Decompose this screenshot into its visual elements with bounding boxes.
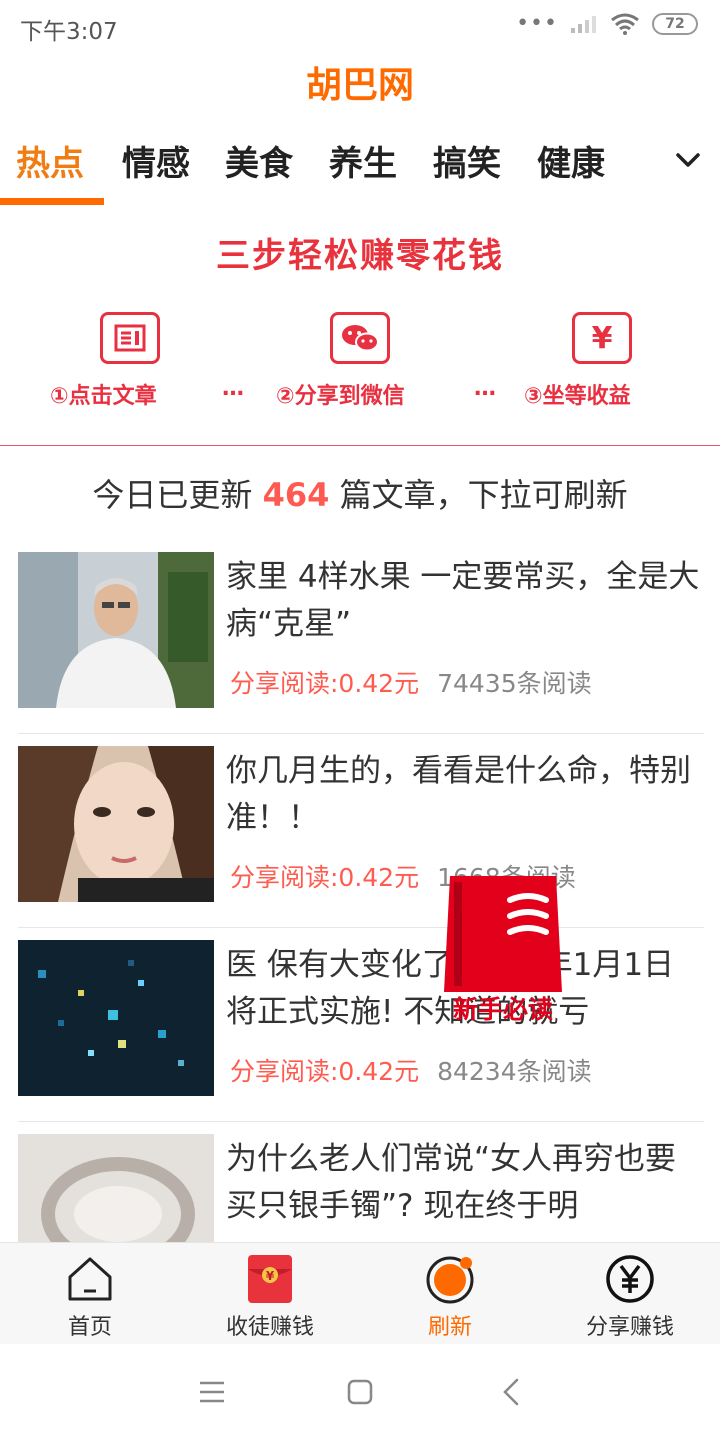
article-meta: 分享阅读:0.42元 84234条阅读 <box>230 1052 592 1088</box>
step-1-label: ①点击文章 <box>50 384 157 409</box>
nav-recruit[interactable]: ¥ 收徒赚钱 <box>180 1243 360 1345</box>
active-tab-indicator <box>0 198 104 205</box>
status-time: 下午3:07 <box>20 19 118 45</box>
article-count: 464 <box>262 476 330 514</box>
share-reward: 分享阅读:0.42元 <box>230 1057 420 1086</box>
tab-health[interactable]: 健康 <box>537 136 605 185</box>
earn-steps-banner[interactable]: 三步轻松赚零花钱 ¥ ①点击文章 … ②分享到微信 … ③坐等收益 <box>0 206 720 446</box>
article-title[interactable]: 家里 4样水果 一定要常买，全是大病“克星” <box>226 554 704 648</box>
nav-refresh-label: 刷新 <box>427 1315 472 1340</box>
notice-suffix: 篇文章，下拉可刷新 <box>339 476 628 514</box>
read-count: 84234条阅读 <box>437 1057 592 1086</box>
nav-refresh[interactable]: 刷新 <box>360 1243 540 1345</box>
svg-text:¥: ¥ <box>266 1269 275 1283</box>
tab-hot[interactable]: 热点 <box>16 136 84 185</box>
share-reward: 分享阅读:0.42元 <box>230 669 420 698</box>
article-thumbnail <box>18 552 214 708</box>
tab-funny[interactable]: 搞笑 <box>433 136 501 185</box>
promo-title: 三步轻松赚零花钱 <box>216 236 504 276</box>
nav-recruit-label: 收徒赚钱 <box>225 1315 314 1340</box>
tab-emotion[interactable]: 情感 <box>122 136 190 185</box>
article-item[interactable]: 医 保有大变化了 2020年1月1日将正式实施! 不知道的就亏 分享阅读:0.4… <box>18 928 704 1122</box>
red-envelope-icon: ¥ <box>248 1255 292 1303</box>
article-thumbnail <box>18 746 214 902</box>
wechat-icon <box>330 312 390 364</box>
category-tabs: 热点 情感 美食 养生 搞笑 健康 <box>0 130 720 206</box>
article-meta: 分享阅读:0.42元 74435条阅读 <box>230 664 592 700</box>
home-square-icon[interactable] <box>342 1374 378 1410</box>
yen-circle-icon <box>606 1255 654 1303</box>
share-reward: 分享阅读:0.42元 <box>230 863 420 892</box>
back-icon[interactable] <box>494 1374 530 1410</box>
update-notice: 今日已更新 464 篇文章，下拉可刷新 <box>0 470 720 516</box>
guide-label: 新手必读 <box>452 995 553 1024</box>
nav-home[interactable]: 首页 <box>0 1243 180 1345</box>
battery-icon: 72 <box>652 13 698 35</box>
menu-icon[interactable] <box>194 1374 230 1410</box>
nav-home-label: 首页 <box>67 1315 112 1340</box>
tab-food[interactable]: 美食 <box>225 136 293 185</box>
signal-icon <box>571 16 596 33</box>
step-3-label: ③坐等收益 <box>524 384 631 409</box>
notice-prefix: 今日已更新 <box>92 476 253 514</box>
article-title[interactable]: 为什么老人们常说“女人再穷也要买只银手镯”? 现在终于明 <box>226 1136 704 1230</box>
chevron-down-icon[interactable] <box>670 142 706 178</box>
more-dots-icon: ••• <box>516 11 558 36</box>
wifi-icon <box>611 13 639 35</box>
home-icon <box>68 1257 112 1301</box>
newbie-guide-button[interactable]: 新手必读 <box>430 866 576 1026</box>
app-title: 胡巴网 <box>305 65 414 106</box>
nav-share-label: 分享赚钱 <box>585 1315 674 1340</box>
tab-wellness[interactable]: 养生 <box>329 136 397 185</box>
nav-share[interactable]: 分享赚钱 <box>540 1243 720 1345</box>
refresh-icon <box>426 1256 474 1304</box>
article-icon <box>100 312 160 364</box>
book-icon <box>444 876 562 992</box>
status-icons: ••• 72 <box>516 12 698 36</box>
bottom-nav: 首页 ¥ 收徒赚钱 刷新 分享赚钱 <box>0 1242 720 1344</box>
read-count: 74435条阅读 <box>437 669 592 698</box>
step-2-label: ②分享到微信 <box>276 384 405 409</box>
step-separator: … <box>474 376 496 401</box>
step-separator: … <box>222 376 244 401</box>
article-thumbnail <box>18 940 214 1096</box>
system-nav-bar <box>0 1344 720 1440</box>
article-item[interactable]: 你几月生的，看看是什么命，特别准！！ 分享阅读:0.42元1668条阅读 <box>18 734 704 928</box>
status-bar: 下午3:07 ••• 72 <box>0 0 720 52</box>
article-item[interactable]: 家里 4样水果 一定要常买，全是大病“克星” 分享阅读:0.42元 74435条阅… <box>18 540 704 734</box>
yen-icon: ¥ <box>572 312 632 364</box>
article-title[interactable]: 你几月生的，看看是什么命，特别准！！ <box>226 748 704 842</box>
